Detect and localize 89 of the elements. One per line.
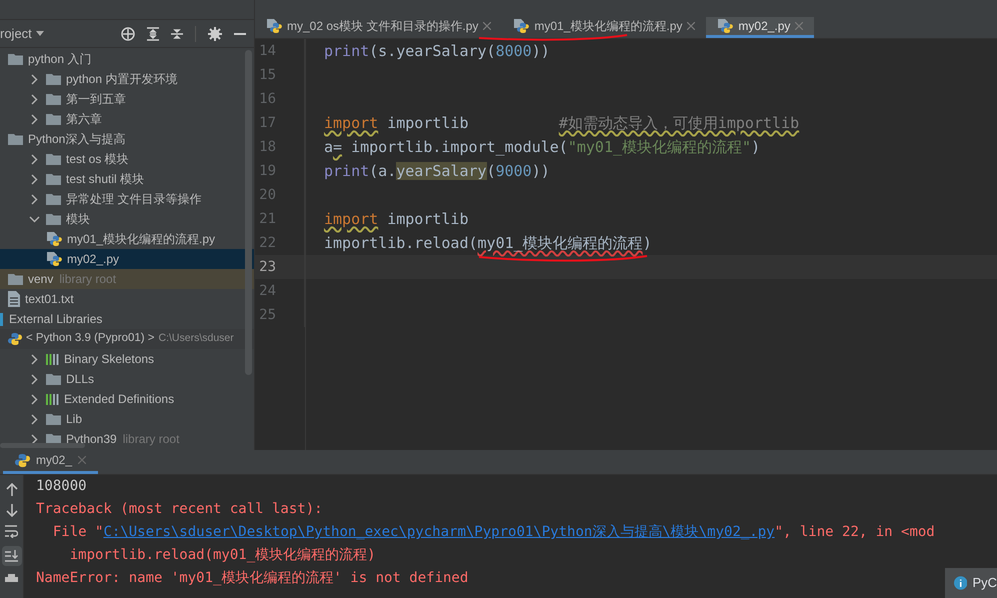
printer-icon[interactable] (5, 574, 18, 582)
text-file-icon (8, 291, 20, 307)
tree-item[interactable]: Extended Definitions (0, 389, 254, 409)
collapsed-chevron-icon (30, 154, 38, 164)
folder-icon (46, 93, 61, 105)
collapsed-chevron-icon (30, 74, 38, 84)
locate-target-icon[interactable] (121, 26, 135, 40)
python-file-icon (46, 232, 62, 246)
collapsed-chevron-icon (30, 414, 38, 424)
editor-tab[interactable]: my01_模块化编程的流程.py (502, 17, 706, 38)
scrollbar[interactable] (245, 50, 252, 375)
tree-item[interactable]: Binary Skeletons (0, 349, 254, 369)
collapsed-chevron-icon (30, 174, 38, 184)
console-line: Traceback (most recent call last): (36, 500, 323, 519)
library-root-note: library root (59, 271, 116, 288)
tree-item[interactable]: my01_模块化编程的流程.py (0, 229, 254, 249)
tree-item[interactable]: test shutil 模块 (0, 169, 254, 189)
console-line: importlib.reload(my01_模块化编程的流程) (68, 546, 376, 565)
editor-tab[interactable]: my_02 os模块 文件和目录的操作.py (255, 17, 502, 38)
folder-icon (46, 73, 61, 85)
settings-icon[interactable] (208, 26, 222, 40)
dropdown-caret-icon[interactable] (36, 31, 44, 36)
collapsed-chevron-icon (30, 394, 38, 404)
tree-item[interactable]: my02_.py (0, 249, 254, 269)
folder-icon (8, 133, 23, 145)
tree-item[interactable]: 模块 (0, 209, 254, 229)
tree-item[interactable]: python 内置开发环境 (0, 69, 254, 89)
folder-icon (46, 213, 61, 225)
collapsed-chevron-icon (30, 354, 38, 364)
info-icon (954, 576, 968, 590)
soft-wrap-icon[interactable] (5, 525, 18, 538)
scroll-to-end-icon (5, 550, 18, 562)
console-line: NameError: name 'my01_模块化编程的流程' is not defined (36, 569, 468, 588)
tree-item[interactable]: DLLs (0, 369, 254, 389)
library-bars-icon (46, 392, 59, 406)
folder-icon (8, 53, 23, 65)
collapsed-chevron-icon (30, 434, 38, 444)
folder-icon (46, 413, 61, 425)
up-arrow-icon[interactable] (6, 483, 18, 496)
tree-item[interactable]: 异常处理 文件目录等操作 (0, 189, 254, 209)
scroll-to-end-button[interactable] (2, 546, 22, 566)
tree-item[interactable]: Python深入与提高 (0, 129, 254, 149)
collapsed-chevron-icon (30, 114, 38, 124)
folder-icon (8, 273, 23, 285)
tree-item[interactable]: python 入门 (0, 49, 254, 69)
sdk-path: C:\Users\sduser (158, 331, 234, 346)
python-file-icon (717, 18, 734, 34)
python-file-icon (266, 18, 282, 34)
tree-item[interactable]: test os 模块 (0, 149, 254, 169)
folder-icon (46, 173, 61, 185)
library-marker-icon (0, 312, 3, 326)
library-bars-icon (46, 352, 59, 366)
project-view-label[interactable]: roject (0, 24, 32, 44)
code-line: print(s.yearSalary(8000)) (323, 40, 550, 62)
collapsed-chevron-icon (30, 194, 38, 204)
down-arrow-icon[interactable] (6, 504, 18, 517)
expanded-chevron-icon (28, 216, 40, 222)
folder-icon (46, 373, 61, 385)
python-file-icon (46, 252, 62, 266)
python-logo-icon (15, 452, 30, 468)
python-file-icon (513, 18, 530, 34)
folder-icon (46, 153, 61, 165)
code-line: print(a.yearSalary(9000)) (323, 160, 550, 182)
console-line: 108000 (36, 477, 87, 496)
tree-item[interactable]: 第六章 (0, 109, 254, 129)
folder-icon (46, 193, 61, 205)
horizontal-scrollbar[interactable] (0, 443, 85, 448)
tree-item[interactable]: Lib (0, 409, 254, 429)
code-line: import importlib #如需动态导入，可使用importlib (323, 112, 800, 134)
collapse-all-icon[interactable] (171, 26, 183, 40)
tree-item[interactable]: venv library root (0, 269, 254, 289)
console-line: File "C:\Users\sduser\Desktop\Python_exec\pycharm\Pypro01\Python深入与提高\模块\my02_.py", line 22, in <mod (52, 523, 935, 542)
collapsed-chevron-icon (30, 94, 38, 104)
folder-icon (46, 113, 61, 125)
external-libraries-label: External Libraries (9, 311, 102, 328)
file-path-link[interactable]: C:\Users\sduser\Desktop\Python_exec\pycharm\Pypro01\Python深入与提高\模块\my02_.py (103, 524, 775, 540)
code-line: import importlib (323, 208, 468, 230)
minimize-icon[interactable] (234, 32, 246, 34)
python-logo-icon (8, 332, 22, 346)
collapsed-chevron-icon (30, 374, 38, 384)
tree-item[interactable]: 第一到五章 (0, 89, 254, 109)
editor-tab[interactable]: my02_.py (706, 17, 814, 38)
tree-item[interactable]: text01.txt (0, 289, 254, 309)
code-line: importlib.reload(my01_模块化编程的流程) (323, 232, 652, 254)
library-root-note: library root (122, 431, 180, 448)
expand-all-icon[interactable] (147, 26, 159, 40)
sdk-label: < Python 3.9 (Pypro01) > (26, 331, 154, 346)
code-line: a= importlib.import_module("my01_模块化编程的流程") (323, 136, 760, 158)
notification-popup[interactable]: PyC (945, 568, 997, 598)
